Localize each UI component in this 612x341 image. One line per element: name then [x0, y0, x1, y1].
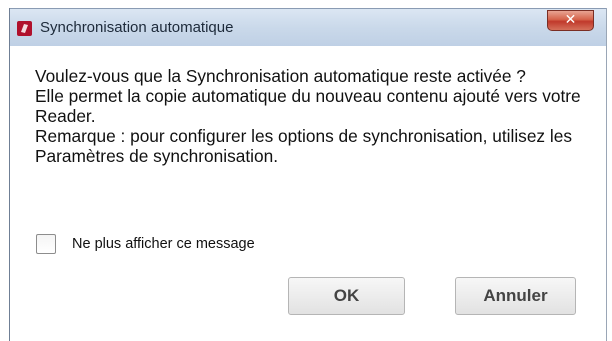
dont-show-again-checkbox[interactable] [36, 234, 56, 254]
close-icon: ✕ [564, 12, 577, 28]
app-icon [17, 21, 32, 36]
message-line-question: Voulez-vous que la Synchronisation autom… [35, 66, 526, 86]
ok-button[interactable]: OK [288, 277, 405, 315]
message-line-description: Elle permet la copie automatique du nouv… [35, 86, 581, 126]
cancel-button[interactable]: Annuler [455, 277, 576, 315]
window-title: Synchronisation automatique [40, 19, 234, 36]
sync-dialog: Synchronisation automatique ✕ Voulez-vou… [9, 8, 607, 341]
screen: Synchronisation automatique ✕ Voulez-vou… [0, 0, 612, 341]
dont-show-again-label[interactable]: Ne plus afficher ce message [72, 236, 255, 252]
close-button[interactable]: ✕ [547, 10, 594, 31]
title-bar: Synchronisation automatique ✕ [10, 8, 606, 46]
message-line-remark: Remarque : pour configurer les options d… [35, 126, 572, 166]
message-text: Voulez-vous que la Synchronisation autom… [35, 66, 595, 166]
